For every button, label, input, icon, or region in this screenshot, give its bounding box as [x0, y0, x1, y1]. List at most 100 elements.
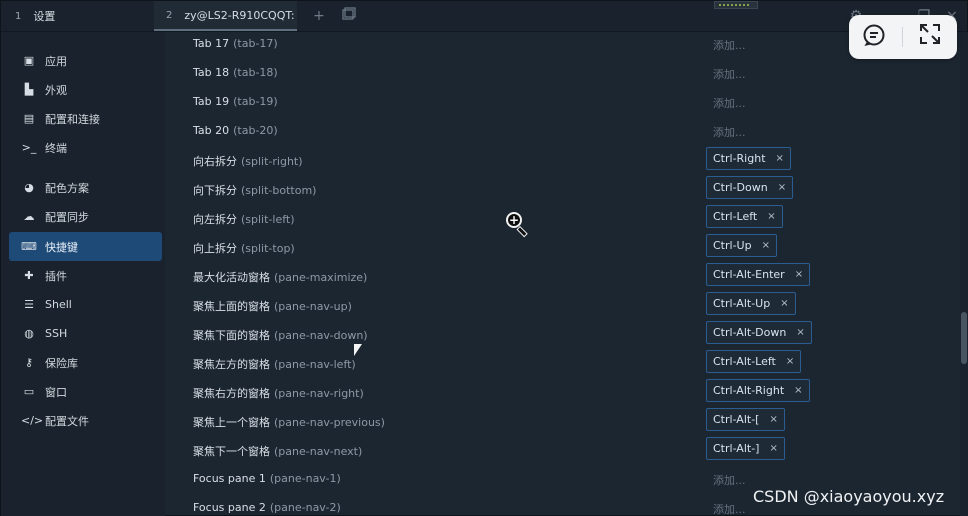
- sidebar-item-hotkeys[interactable]: ⌨ 快捷键: [9, 232, 162, 261]
- add-hotkey-button[interactable]: 添加...: [713, 95, 746, 111]
- settings-sidebar: ▣ 应用 ▙ 外观 ▤ 配置和连接 >_ 终端 ◕ 配色方案 ☁ 配置同步 ⌨ …: [1, 32, 165, 516]
- sidebar-item-ssh[interactable]: ◍ SSH: [9, 319, 162, 348]
- code-icon: </>: [21, 414, 44, 427]
- sidebar-item-label: 配置同步: [45, 210, 89, 224]
- progress-indicator: [714, 1, 758, 9]
- hotkey-row: Tab 18 (tab-18) 添加...: [193, 59, 953, 88]
- add-hotkey-button[interactable]: 添加...: [713, 124, 746, 140]
- hotkey-chip[interactable]: Ctrl-Up ×: [706, 234, 777, 257]
- hotkey-name: 向右拆分 (split-right): [193, 155, 303, 168]
- sidebar-item-config-file[interactable]: </> 配置文件: [9, 406, 162, 435]
- hotkey-list: Tab 17 (tab-17) 添加... Tab 18 (tab-18) 添加..…: [165, 32, 960, 516]
- hotkey-id: (tab-19): [233, 95, 278, 108]
- hotkey-id: (split-left): [241, 213, 295, 226]
- sidebar-item-label: SSH: [45, 327, 68, 340]
- appearance-icon: ▙: [24, 83, 34, 96]
- hotkey-chip[interactable]: Ctrl-Alt-[×: [706, 408, 785, 431]
- hotkey-name: 聚焦上面的窗格 (pane-nav-up): [193, 300, 352, 313]
- hotkey-name: Tab 20 (tab-20): [193, 124, 278, 137]
- hotkey-id: (split-bottom): [241, 184, 317, 197]
- profiles-icon: ▤: [23, 112, 35, 125]
- sidebar-item-label: 配置和连接: [45, 112, 100, 126]
- remove-icon[interactable]: ×: [795, 269, 803, 280]
- hotkey-row: 聚焦下一个窗格 (pane-nav-next) Ctrl-Alt-] ×: [193, 436, 953, 465]
- hotkey-name: 聚焦下面的窗格 (pane-nav-down): [193, 329, 368, 342]
- sidebar-item-label: 插件: [45, 269, 67, 283]
- hotkey-chip[interactable]: Ctrl-Alt-Right ×: [706, 379, 810, 402]
- hotkey-row: Tab 20 (tab-20) 添加...: [193, 117, 953, 146]
- sidebar-item-label: 快捷键: [45, 240, 78, 254]
- hotkey-id: (pane-nav-1): [269, 472, 341, 485]
- split-window-icon[interactable]: [340, 7, 358, 25]
- remove-icon[interactable]: ×: [786, 356, 794, 367]
- remove-icon[interactable]: ×: [769, 414, 777, 425]
- sidebar-item-sync[interactable]: ☁ 配置同步: [9, 202, 162, 231]
- hotkey-id: (split-top): [241, 242, 295, 255]
- hotkey-row: 聚焦上一个窗格 (pane-nav-previous) Ctrl-Alt-[×: [193, 407, 953, 436]
- plugin-icon: ✚: [24, 269, 34, 282]
- tab-settings[interactable]: 1 设置: [15, 1, 155, 31]
- divider: [902, 27, 903, 47]
- scrollbar[interactable]: [960, 32, 968, 516]
- hotkey-name: 聚焦右方的窗格 (pane-nav-right): [193, 387, 364, 400]
- hotkey-row: 向左拆分 (split-left) Ctrl-Left ×: [193, 204, 953, 233]
- app-icon: ▣: [23, 54, 35, 67]
- remove-icon[interactable]: ×: [780, 298, 788, 309]
- sidebar-item-label: 保险库: [45, 356, 78, 370]
- hotkey-row: 聚焦上面的窗格 (pane-nav-up) Ctrl-Alt-Up ×: [193, 291, 953, 320]
- sidebar-item-terminal[interactable]: >_ 终端: [9, 133, 162, 162]
- remove-icon[interactable]: ×: [769, 443, 777, 454]
- remove-icon[interactable]: ×: [776, 153, 784, 164]
- hotkey-chip[interactable]: Ctrl-Right ×: [706, 147, 791, 170]
- hotkey-id: (split-right): [241, 155, 303, 168]
- sidebar-item-profiles[interactable]: ▤ 配置和连接: [9, 104, 162, 133]
- tab-terminal[interactable]: 2 zy@LS2-R910CQQT: /...: [154, 1, 297, 31]
- globe-icon: ◍: [24, 327, 34, 340]
- remove-icon[interactable]: ×: [794, 385, 802, 396]
- sidebar-item-appearance[interactable]: ▙ 外观: [9, 75, 162, 104]
- remove-icon[interactable]: ×: [762, 240, 770, 251]
- hotkey-name: 聚焦下一个窗格 (pane-nav-next): [193, 445, 363, 458]
- hotkey-name: 向左拆分 (split-left): [193, 213, 295, 226]
- add-hotkey-button[interactable]: 添加...: [713, 37, 746, 53]
- sidebar-item-window[interactable]: ▭ 窗口: [9, 377, 162, 406]
- hotkey-name: 向下拆分 (split-bottom): [193, 184, 317, 197]
- plus-icon[interactable]: +: [310, 7, 328, 25]
- expand-icon[interactable]: [916, 23, 944, 51]
- app-window: 1 设置 2 zy@LS2-R910CQQT: /... + ⚙ – ❐ × ▣…: [0, 0, 968, 516]
- hotkey-chip[interactable]: Ctrl-Alt-Enter ×: [706, 263, 811, 286]
- sidebar-item-vault[interactable]: ⚷ 保险库: [9, 348, 162, 377]
- hotkey-row: 向上拆分 (split-top) Ctrl-Up ×: [193, 233, 953, 262]
- hotkey-row: 聚焦左方的窗格 (pane-nav-left) Ctrl-Alt-Left ×: [193, 349, 953, 378]
- sidebar-item-color-scheme[interactable]: ◕ 配色方案: [9, 173, 162, 202]
- terminal-icon: >_: [21, 141, 37, 154]
- hotkey-name: 向上拆分 (split-top): [193, 242, 295, 255]
- hotkey-name: Tab 19 (tab-19): [193, 95, 278, 108]
- sidebar-item-app[interactable]: ▣ 应用: [9, 46, 162, 75]
- hotkey-chip[interactable]: Ctrl-Left ×: [706, 205, 783, 228]
- sidebar-item-label: 应用: [45, 54, 67, 68]
- hotkey-chip[interactable]: Ctrl-Alt-Down ×: [706, 321, 812, 344]
- palette-icon: ◕: [24, 181, 34, 194]
- add-hotkey-button[interactable]: 添加...: [713, 501, 746, 516]
- watermark: CSDN @xiaoyaoyou.xyz: [753, 487, 945, 506]
- cloud-icon: ☁: [23, 210, 35, 223]
- comment-icon[interactable]: [860, 23, 888, 51]
- scrollbar-thumb[interactable]: [961, 312, 967, 364]
- hotkey-name: Focus pane 1 (pane-nav-1): [193, 472, 341, 485]
- hotkey-chip[interactable]: Ctrl-Alt-] ×: [706, 437, 785, 460]
- tab-number: 2: [166, 9, 173, 21]
- remove-icon[interactable]: ×: [796, 327, 804, 338]
- add-hotkey-button[interactable]: 添加...: [713, 472, 746, 488]
- hotkey-row: 最大化活动窗格 (pane-maximize) Ctrl-Alt-Enter ×: [193, 262, 953, 291]
- tab-label: 设置: [33, 10, 56, 23]
- hotkey-chip[interactable]: Ctrl-Alt-Up ×: [706, 292, 796, 315]
- add-hotkey-button[interactable]: 添加...: [713, 66, 746, 82]
- remove-icon[interactable]: ×: [778, 182, 786, 193]
- hotkey-chip[interactable]: Ctrl-Down ×: [706, 176, 794, 199]
- sidebar-item-label: Shell: [45, 298, 72, 311]
- sidebar-item-plugins[interactable]: ✚ 插件: [9, 261, 162, 290]
- remove-icon[interactable]: ×: [767, 211, 775, 222]
- hotkey-chip[interactable]: Ctrl-Alt-Left ×: [706, 350, 802, 373]
- sidebar-item-shell[interactable]: ☰ Shell: [9, 290, 162, 319]
